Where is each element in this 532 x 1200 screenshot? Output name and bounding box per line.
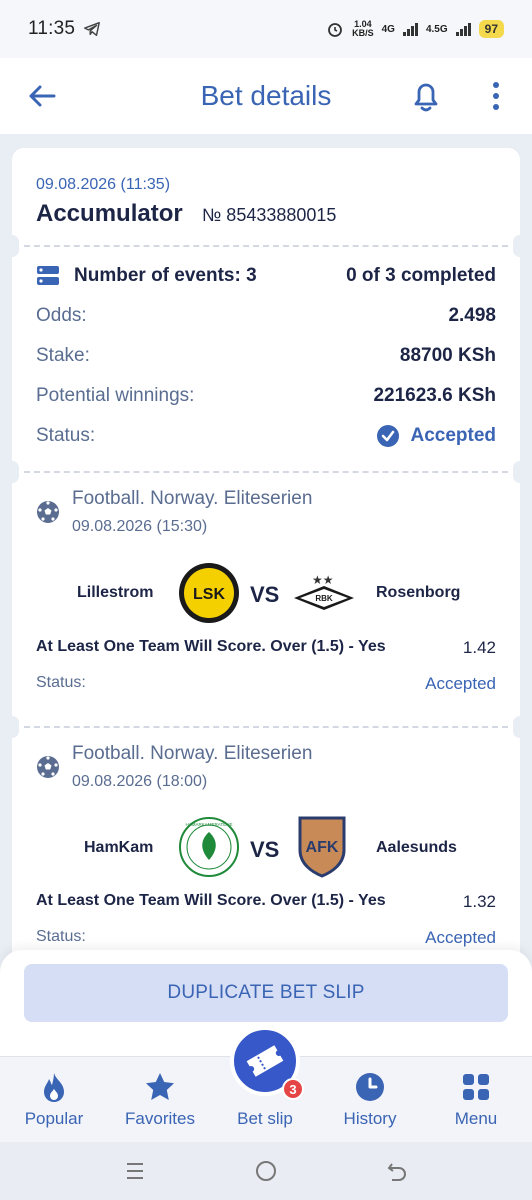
network-type-2: 4.5G xyxy=(425,23,448,35)
tab-favorites[interactable]: Favorites xyxy=(110,1057,210,1143)
kebab-menu-icon[interactable] xyxy=(486,80,506,112)
event-date: 09.08.2026 (15:30) xyxy=(72,518,208,535)
battery-level: 97 xyxy=(478,20,504,38)
stake-label: Stake: xyxy=(36,345,90,366)
back-nav-icon[interactable] xyxy=(386,1160,408,1182)
flame-icon xyxy=(44,1073,64,1102)
alarm-icon xyxy=(328,23,342,37)
svg-text:★★: ★★ xyxy=(312,573,334,587)
event-status-value: Accepted xyxy=(425,674,496,693)
svg-text:RBK: RBK xyxy=(315,594,333,603)
event-status-label: Status: xyxy=(36,674,86,691)
net-speed: 1.04 KB/S xyxy=(352,19,374,38)
tab-history[interactable]: History xyxy=(320,1057,420,1143)
tab-label: History xyxy=(343,1109,397,1128)
tab-label: Favorites xyxy=(125,1109,195,1128)
events-count: Number of events: 3 xyxy=(74,265,257,286)
bet-number: № 85433880015 xyxy=(202,205,337,225)
winnings-label: Potential winnings: xyxy=(36,385,195,406)
tab-menu[interactable]: Menu xyxy=(426,1057,526,1143)
divider xyxy=(24,471,508,473)
home-team: Lillestrom xyxy=(77,584,154,601)
event-market: At Least One Team Will Score. Over (1.5)… xyxy=(36,892,386,909)
event-status-value: Accepted xyxy=(425,928,496,947)
events-progress: 0 of 3 completed xyxy=(346,265,496,286)
ticket-notch xyxy=(513,716,520,738)
app-header: Bet details xyxy=(0,58,532,134)
event-market: At Least One Team Will Score. Over (1.5)… xyxy=(36,638,386,655)
tab-label: Bet slip xyxy=(237,1109,293,1128)
football-icon xyxy=(37,501,59,523)
football-icon xyxy=(37,756,59,778)
aalesund-logo: AFK xyxy=(298,816,346,878)
event-date: 09.08.2026 (18:00) xyxy=(72,773,208,790)
tab-label: Menu xyxy=(454,1109,498,1128)
list-icon xyxy=(37,266,59,285)
event-coef: 1.42 xyxy=(462,638,496,657)
tab-popular[interactable]: Popular xyxy=(4,1057,104,1143)
odds-value: 2.498 xyxy=(448,305,496,326)
duplicate-bet-slip-button[interactable]: DUPLICATE BET SLIP xyxy=(24,964,508,1022)
svg-text:HAMARKAMERATENE: HAMARKAMERATENE xyxy=(186,822,233,827)
grid-icon xyxy=(463,1074,489,1100)
winnings-row: Potential winnings: 221623.6 KSh xyxy=(36,383,496,409)
event-status-label: Status: xyxy=(36,928,86,945)
clock-icon xyxy=(356,1073,384,1101)
svg-text:LSK: LSK xyxy=(193,586,225,603)
status-bar: 11:35 1.04 KB/S 4G 4.5G 97 xyxy=(0,0,532,58)
bet-slip-badge: 3 xyxy=(282,1078,304,1100)
away-team: Rosenborg xyxy=(376,584,461,601)
event-league: Football. Norway. Eliteserien xyxy=(72,488,313,509)
divider xyxy=(24,726,508,728)
lillestrom-logo: LSK xyxy=(179,563,239,623)
hamkam-logo: HAMARKAMERATENE xyxy=(179,817,239,877)
odds-row: Odds: 2.498 xyxy=(36,303,496,329)
bet-date: 09.08.2026 (11:35) xyxy=(36,176,171,193)
ticket-notch xyxy=(12,716,19,738)
tab-label: Popular xyxy=(24,1109,84,1128)
status-label: Status: xyxy=(36,425,96,446)
divider xyxy=(24,245,508,247)
status-row: Status: Accepted xyxy=(36,423,496,449)
away-team: Aalesunds xyxy=(376,839,457,856)
event-coef: 1.32 xyxy=(462,892,496,911)
event-league: Football. Norway. Eliteserien xyxy=(72,743,313,764)
bet-card: 09.08.2026 (11:35) Accumulator № 8543388… xyxy=(12,148,520,1068)
signal-icon xyxy=(402,22,418,36)
vs-label: VS xyxy=(250,837,280,862)
star-icon xyxy=(146,1073,174,1100)
vs-label: VS xyxy=(250,582,280,607)
ticket-notch xyxy=(513,235,520,257)
recents-icon[interactable] xyxy=(124,1160,146,1182)
telegram-icon xyxy=(84,21,101,37)
check-circle-icon xyxy=(377,425,400,447)
ticket-notch xyxy=(513,461,520,483)
svg-text:AFK: AFK xyxy=(306,839,339,856)
network-type-1: 4G xyxy=(381,23,395,35)
signal-icon-2 xyxy=(455,22,471,36)
rosenborg-logo: ★★ RBK xyxy=(294,573,354,610)
bet-type: Accumulator xyxy=(36,200,183,227)
status-value: Accepted xyxy=(376,424,496,448)
events-row: Number of events: 3 0 of 3 completed xyxy=(36,263,496,289)
ticket-notch xyxy=(12,235,19,257)
winnings-value: 221623.6 KSh xyxy=(373,385,496,406)
home-icon[interactable] xyxy=(255,1160,277,1182)
bell-icon[interactable] xyxy=(410,78,442,114)
stake-row: Stake: 88700 KSh xyxy=(36,343,496,369)
odds-label: Odds: xyxy=(36,305,87,326)
stake-value: 88700 KSh xyxy=(399,345,496,366)
page-title: Bet details xyxy=(200,80,332,111)
ticket-notch xyxy=(12,461,19,483)
status-time: 11:35 xyxy=(28,18,76,39)
system-nav-bar xyxy=(0,1142,532,1200)
home-team: HamKam xyxy=(84,839,154,856)
